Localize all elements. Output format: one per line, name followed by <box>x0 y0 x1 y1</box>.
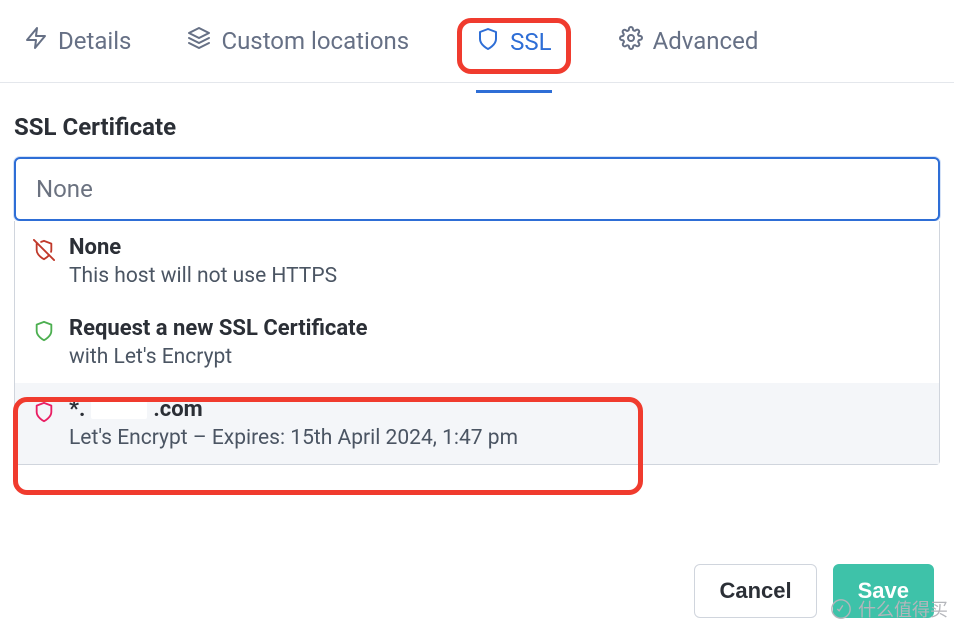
option-text: *. .com Let's Encrypt – Expires: 15th Ap… <box>69 397 921 450</box>
option-subtitle: This host will not use HTTPS <box>69 264 921 288</box>
shield-off-icon <box>33 239 55 265</box>
option-text: Request a new SSL Certificate with Let's… <box>69 316 921 369</box>
tabs-bar: Details Custom locations SSL Advanced <box>0 0 954 83</box>
option-none[interactable]: None This host will not use HTTPS <box>15 221 939 302</box>
tab-label: Advanced <box>653 27 759 55</box>
tab-label: Details <box>58 27 131 55</box>
option-title: Request a new SSL Certificate <box>69 316 921 341</box>
footer-buttons: Cancel Save <box>694 564 934 618</box>
gear-icon <box>619 26 643 56</box>
layers-icon <box>187 26 211 56</box>
cert-domain-suffix: .com <box>153 397 202 422</box>
ssl-certificate-select[interactable]: None <box>14 157 940 221</box>
tab-label: SSL <box>510 28 551 56</box>
option-text: None This host will not use HTTPS <box>69 235 921 288</box>
selected-value: None <box>36 175 93 203</box>
shield-icon <box>33 320 55 346</box>
tab-ssl-highlight: SSL <box>457 18 570 74</box>
bolt-icon <box>24 26 48 56</box>
ssl-dropdown: None This host will not use HTTPS Reques… <box>14 221 940 465</box>
option-existing-cert[interactable]: *. .com Let's Encrypt – Expires: 15th Ap… <box>15 383 939 464</box>
option-subtitle: with Let's Encrypt <box>69 345 921 369</box>
tab-ssl[interactable]: SSL <box>468 23 559 69</box>
cancel-button[interactable]: Cancel <box>694 564 816 618</box>
shield-icon <box>33 401 55 427</box>
tab-label: Custom locations <box>221 27 409 55</box>
cert-domain-prefix: *. <box>69 397 85 422</box>
shield-icon <box>476 27 500 57</box>
tab-custom-locations[interactable]: Custom locations <box>179 20 417 80</box>
redacted-domain <box>91 401 147 419</box>
option-title: None <box>69 235 921 260</box>
tab-advanced[interactable]: Advanced <box>611 20 767 80</box>
section-label: SSL Certificate <box>14 113 940 141</box>
option-subtitle: Let's Encrypt – Expires: 15th April 2024… <box>69 426 921 450</box>
ssl-section: SSL Certificate None <box>0 83 954 221</box>
option-title: *. .com <box>69 397 921 422</box>
option-request-new[interactable]: Request a new SSL Certificate with Let's… <box>15 302 939 383</box>
save-button[interactable]: Save <box>833 564 934 618</box>
tab-details[interactable]: Details <box>16 20 139 80</box>
